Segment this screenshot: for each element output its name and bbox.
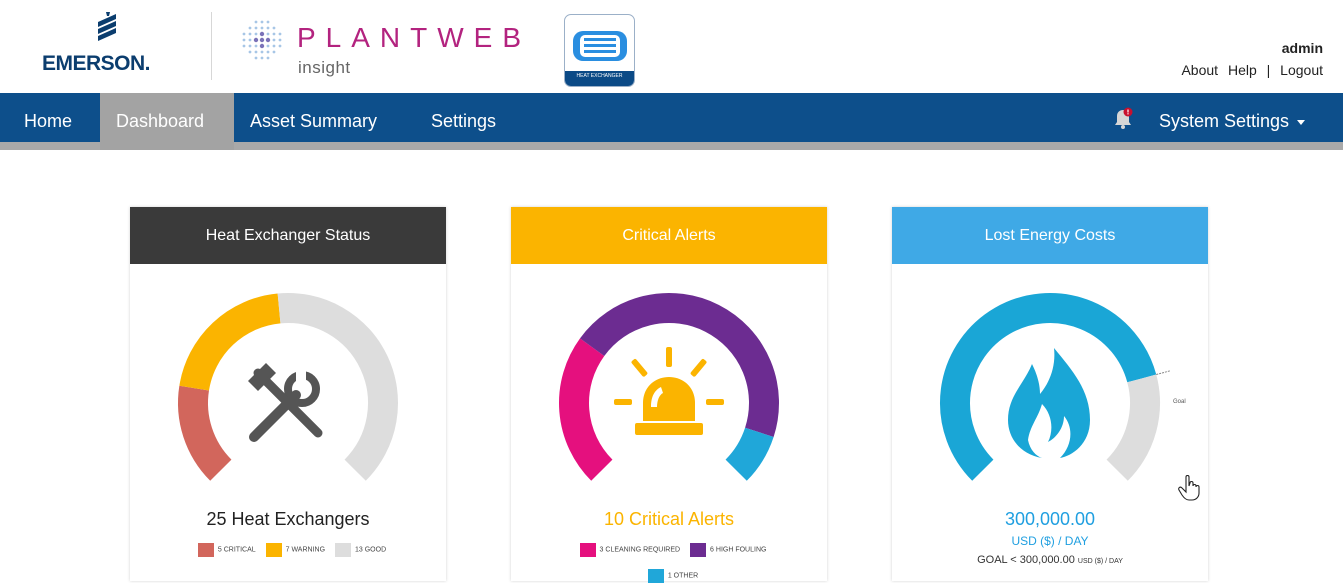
- legend-swatch-critical: [197, 543, 214, 557]
- alerts-gauge: [559, 293, 779, 481]
- username: admin: [1281, 40, 1323, 56]
- alerts-gauge-segment-other: [725, 427, 774, 481]
- goal-marker-label: Goal: [1173, 399, 1186, 405]
- energy-gauge-segment-remaining: [1106, 374, 1160, 481]
- alerts-gauge-segment-cleaning: [559, 338, 613, 481]
- legend-good-label: GOOD: [364, 546, 387, 554]
- heat-exchanger-icon: [573, 31, 627, 61]
- badge-label: HEAT EXCHANGER: [565, 71, 634, 86]
- legend-other-label: OTHER: [673, 572, 699, 580]
- legend-other-count: 1: [667, 572, 672, 580]
- link-separator: |: [1266, 62, 1271, 78]
- header-divider: [211, 12, 212, 80]
- chevron-down-icon: [1297, 119, 1306, 125]
- user-links: About Help | Logout: [1175, 62, 1323, 78]
- emerson-mark-icon: [98, 12, 116, 41]
- legend-fouling-count: 6: [710, 546, 714, 554]
- goal-marker-line: [1156, 370, 1170, 376]
- alerts-summary: 10 Critical Alerts: [603, 509, 735, 529]
- plantweb-dots-icon: [242, 20, 282, 60]
- notification-bell-icon[interactable]: [1111, 106, 1135, 130]
- energy-goal-unit: USD ($) / DAY: [1077, 558, 1123, 565]
- legend-warning-label: WARNING: [291, 546, 326, 554]
- legend-cleaning-count: 3: [599, 546, 604, 554]
- energy-gauge: [940, 293, 1170, 481]
- nav-asset-summary[interactable]: Asset Summary: [234, 93, 393, 150]
- app-header: EMERSON. PLANTWEB insight HEAT EXCHANGER…: [0, 0, 1343, 93]
- alerts-legend: 3 CLEANING REQUIRED 6 HIGH FOULING: [511, 543, 827, 557]
- status-gauge: [178, 293, 398, 481]
- legend-critical-count: 5: [217, 546, 222, 554]
- energy-unit: USD ($) / DAY: [1011, 534, 1089, 548]
- main-navbar: Home Dashboard Asset Summary Settings Sy…: [0, 93, 1343, 150]
- status-card: Heat Exchanger Status 25 Heat Exchangers…: [130, 207, 446, 581]
- status-summary: 25 Heat Exchangers: [206, 509, 370, 529]
- legend-swatch-fouling: [690, 543, 707, 557]
- nav-settings[interactable]: Settings: [415, 93, 512, 150]
- alerts-card: Critical Alerts 10 Critical Alerts 3 CLE…: [511, 207, 827, 583]
- alarm-light-icon: [614, 347, 724, 435]
- emerson-wordmark: EMERSON.: [42, 52, 151, 75]
- energy-goal-value: GOAL < 300,000.00: [977, 554, 1075, 566]
- alerts-card-title: Critical Alerts: [511, 207, 827, 264]
- nav-dashboard[interactable]: Dashboard: [100, 93, 234, 150]
- plantweb-wordmark: PLANTWEB: [297, 22, 532, 53]
- flame-icon: [1008, 348, 1090, 458]
- legend-good-count: 13: [354, 546, 363, 554]
- legend-swatch-cleaning: [579, 543, 596, 557]
- help-link[interactable]: Help: [1228, 62, 1257, 78]
- status-card-title: Heat Exchanger Status: [130, 207, 446, 264]
- nav-home[interactable]: Home: [8, 93, 88, 150]
- plantweb-subtitle: insight: [298, 58, 351, 77]
- status-gauge-segment-critical: [178, 385, 232, 481]
- legend-fouling-label: HIGH FOULING: [715, 546, 767, 554]
- logout-link[interactable]: Logout: [1280, 62, 1323, 78]
- energy-card: Lost Energy Costs Goal 300,000.00 USD ($…: [892, 207, 1208, 581]
- status-legend: 5 CRITICAL 7 WARNING 13 GOOD: [130, 543, 446, 557]
- energy-value: 300,000.00: [1004, 509, 1096, 529]
- about-link[interactable]: About: [1181, 62, 1218, 78]
- heat-exchanger-app-badge[interactable]: HEAT EXCHANGER: [564, 14, 635, 87]
- system-settings-label: System Settings: [1159, 111, 1290, 131]
- legend-warning-count: 7: [285, 546, 290, 554]
- energy-goal: GOAL < 300,000.00 USD ($) / DAY: [892, 554, 1208, 566]
- tools-icon: [248, 363, 323, 442]
- emerson-logo[interactable]: EMERSON.: [40, 12, 180, 76]
- legend-critical-label: CRITICAL: [223, 546, 256, 554]
- hand-cursor-icon: [1178, 475, 1200, 501]
- energy-card-title: Lost Energy Costs: [892, 207, 1208, 264]
- legend-cleaning-label: CLEANING REQUIRED: [605, 546, 681, 554]
- legend-swatch-good: [334, 543, 351, 557]
- status-gauge-segment-good: [277, 293, 398, 481]
- user-area: admin About Help | Logout: [1175, 40, 1323, 78]
- legend-swatch-warning: [265, 543, 282, 557]
- system-settings-menu[interactable]: System Settings: [1159, 93, 1306, 150]
